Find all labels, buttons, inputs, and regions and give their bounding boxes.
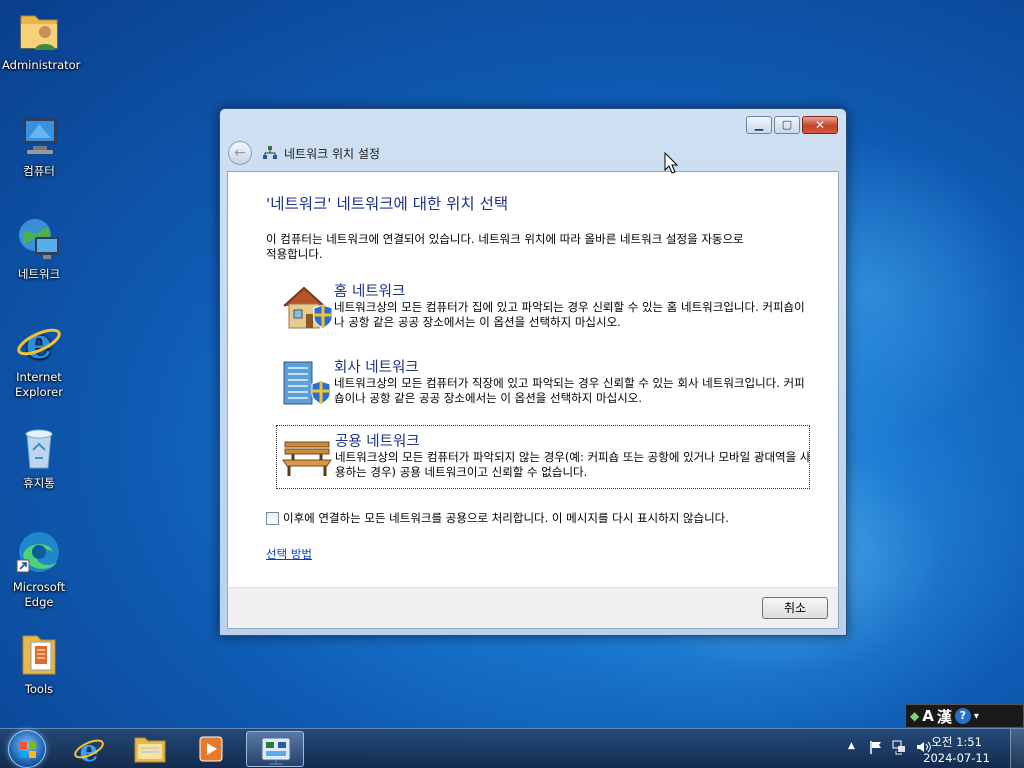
navigation-bar: ← 네트워크 위치 설정 <box>228 141 380 165</box>
desktop-icon-label: Tools <box>24 682 54 696</box>
hanja-button[interactable]: 漢 <box>937 706 952 727</box>
close-icon: ✕ <box>814 118 826 132</box>
help-icon[interactable]: ? <box>954 708 971 724</box>
action-center-flag-icon[interactable] <box>868 739 884 759</box>
option-public-network[interactable]: 공용 네트워크 네트워크상의 모든 컴퓨터가 파악되지 않는 경우(예: 커피숍… <box>276 425 810 489</box>
network-setup-icon <box>261 737 291 765</box>
option-description: 네트워크상의 모든 컴퓨터가 집에 있고 파악되는 경우 신뢰할 수 있는 홈 … <box>334 300 805 329</box>
desktop-icon-administrator[interactable]: Administrator <box>2 6 80 73</box>
minimize-button[interactable]: ▁ <box>746 116 772 134</box>
tools-folder-icon <box>15 630 63 678</box>
desktop-icon-label: 휴지통 <box>23 476 55 490</box>
clock-time: 오전 1:51 <box>931 735 982 749</box>
desktop-icon-tools[interactable]: Tools <box>2 630 76 697</box>
network-globe-icon <box>15 215 63 263</box>
langbar-options-icon[interactable]: ▾ <box>974 711 979 722</box>
show-hidden-icons-icon[interactable]: ▲ <box>848 741 855 751</box>
content-pane: '네트워크' 네트워크에 대한 위치 선택 이 컴퓨터는 네트워크에 연결되어 … <box>227 171 839 587</box>
help-link[interactable]: 선택 방법 <box>266 546 312 562</box>
checkbox-label: 이후에 연결하는 모든 네트워크를 공용으로 처리합니다. 이 메시지를 다시 … <box>283 511 729 525</box>
option-title: 회사 네트워크 <box>334 360 419 376</box>
taskbar-internet-explorer[interactable]: e <box>60 731 118 768</box>
computer-icon <box>15 112 63 160</box>
media-player-icon <box>199 736 223 762</box>
treat-all-public-checkbox[interactable] <box>266 511 279 525</box>
ime-keyboard-icon[interactable]: ◆ <box>910 709 919 723</box>
desktop-icon-internet-explorer[interactable]: e Internet Explorer <box>2 318 76 400</box>
option-title: 공용 네트워크 <box>335 434 420 450</box>
internet-explorer-icon: e <box>74 734 104 768</box>
desktop-icon-label: Microsoft Edge <box>12 580 66 609</box>
clock[interactable]: 오전 1:51 2024-07-11 <box>923 734 990 766</box>
minimize-icon: ▁ <box>754 118 764 131</box>
network-location-window: ▁ ▢ ✕ ← 네트워크 위치 설정 '네트워크' 네트워크에 대한 위치 선택… <box>219 108 847 636</box>
desktop-icon-label: 컴퓨터 <box>23 164 55 178</box>
home-network-icon <box>280 282 333 332</box>
window-controls: ▁ ▢ ✕ <box>746 116 838 134</box>
clock-date: 2024-07-11 <box>923 751 990 765</box>
desktop-icon-label: 네트워크 <box>17 267 61 281</box>
system-tray: ▲ 오전 1:51 2024-07-11 <box>824 729 1024 768</box>
desktop-icon-microsoft-edge[interactable]: Microsoft Edge <box>2 528 76 610</box>
work-network-icon <box>280 358 332 408</box>
page-heading: '네트워크' 네트워크에 대한 위치 선택 <box>266 195 509 213</box>
start-button[interactable] <box>8 730 46 768</box>
intro-text: 이 컴퓨터는 네트워크에 연결되어 있습니다. 네트워크 위치에 따라 올바른 … <box>266 232 744 261</box>
folder-icon <box>134 737 166 763</box>
cancel-button[interactable]: 취소 <box>762 597 828 619</box>
option-title: 홈 네트워크 <box>334 284 406 300</box>
recycle-bin-icon <box>15 424 63 472</box>
desktop-icon-label: Administrator <box>2 58 81 72</box>
public-bench-icon <box>281 432 333 482</box>
desktop-icon-label: Internet Explorer <box>15 370 63 399</box>
treat-all-public-checkbox-row[interactable]: 이후에 연결하는 모든 네트워크를 공용으로 처리합니다. 이 메시지를 다시 … <box>266 510 729 526</box>
microsoft-edge-icon <box>15 528 63 576</box>
network-status-icon[interactable] <box>891 739 907 759</box>
ime-mode-button[interactable]: A <box>922 707 934 725</box>
network-setup-icon <box>262 145 278 161</box>
desktop-icon-computer[interactable]: 컴퓨터 <box>2 112 76 179</box>
mouse-cursor-icon <box>664 151 679 178</box>
svg-text:e: e <box>79 734 98 767</box>
svg-text:e: e <box>26 319 53 366</box>
option-description: 네트워크상의 모든 컴퓨터가 직장에 있고 파악되는 경우 신뢰할 수 있는 회… <box>334 376 805 405</box>
show-desktop-button[interactable] <box>1010 729 1024 768</box>
option-work-network[interactable]: 회사 네트워크 네트워크상의 모든 컴퓨터가 직장에 있고 파악되는 경우 신뢰… <box>276 352 810 416</box>
internet-explorer-icon: e <box>15 318 63 368</box>
back-arrow-icon: ← <box>234 145 246 161</box>
maximize-icon: ▢ <box>781 118 793 131</box>
taskbar-file-explorer[interactable] <box>121 731 179 767</box>
desktop-icon-recycle-bin[interactable]: 휴지통 <box>2 424 76 491</box>
option-home-network[interactable]: 홈 네트워크 네트워크상의 모든 컴퓨터가 집에 있고 파악되는 경우 신뢰할 … <box>276 276 810 340</box>
desktop-icon-network[interactable]: 네트워크 <box>2 215 76 282</box>
close-button[interactable]: ✕ <box>802 116 838 134</box>
taskbar: e ▲ 오전 1:51 2024-07-11 <box>0 728 1024 768</box>
maximize-button[interactable]: ▢ <box>774 116 800 134</box>
back-button[interactable]: ← <box>228 141 252 165</box>
user-folder-icon <box>15 6 63 54</box>
windows-logo-icon <box>20 742 36 758</box>
taskbar-media-player[interactable] <box>182 731 240 767</box>
window-title: 네트워크 위치 설정 <box>284 146 380 161</box>
language-bar: ◆ A 漢 ? ▾ <box>905 704 1024 728</box>
taskbar-network-setup[interactable] <box>246 731 304 767</box>
dialog-footer: 취소 <box>227 587 839 629</box>
option-description: 네트워크상의 모든 컴퓨터가 파악되지 않는 경우(예: 커피숍 또는 공항에 … <box>335 450 811 479</box>
